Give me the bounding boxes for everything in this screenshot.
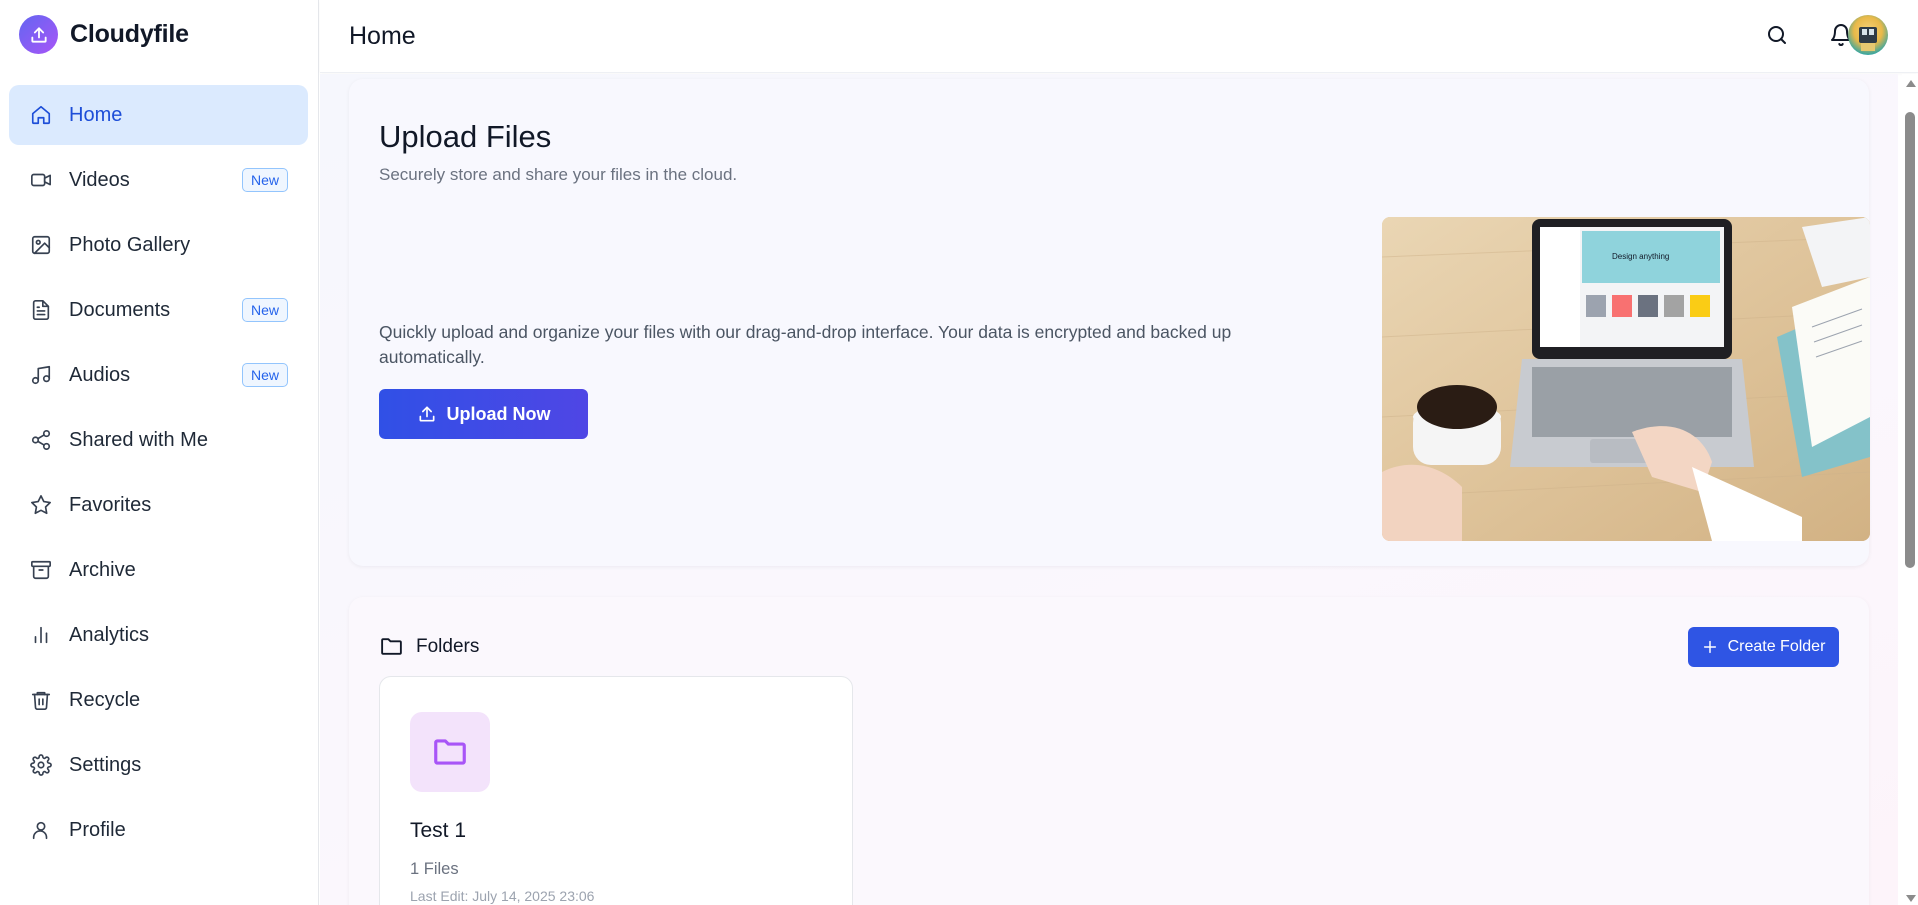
top-header: Home [320,0,1918,73]
brand[interactable]: Cloudyfile [19,15,189,54]
image-icon [29,233,53,257]
sidebar-item-label: Profile [69,818,126,841]
folder-file-count: 1 Files [410,860,459,878]
scroll-thumb[interactable] [1905,112,1915,568]
bar-chart-icon [29,623,53,647]
folder-last-edit: Last Edit: July 14, 2025 23:06 [410,888,595,904]
search-icon [1768,26,1786,44]
folder-card[interactable]: Test 1 1 Files Last Edit: July 14, 2025 … [379,676,853,905]
sidebar-item-favorites[interactable]: Favorites [9,475,308,535]
upload-icon [19,15,58,54]
page-title: Home [349,22,416,50]
folders-header: Folders [379,634,479,659]
folders-title: Folders [416,635,480,657]
upload-description: Quickly upload and organize your files w… [379,322,1232,367]
gear-icon [29,753,53,777]
document-icon [29,298,53,322]
sidebar-item-photo-gallery[interactable]: Photo Gallery [9,215,308,275]
folder-icon [381,638,402,655]
sidebar-item-label: Home [69,103,123,126]
hero-image: Design anything [1382,217,1870,541]
upload-subtitle: Securely store and share your files in t… [379,165,738,184]
star-icon [29,493,53,517]
sidebar-item-label: Shared with Me [69,428,208,451]
search-button[interactable] [1760,18,1794,52]
new-badge: New [241,363,288,387]
upload-now-label: Upload Now [446,403,551,424]
sidebar: Cloudyfile Home Videos New Photo Gallery [0,0,319,905]
sidebar-item-label: Settings [69,753,142,776]
sidebar-item-label: Photo Gallery [69,233,191,256]
folder-icon [410,712,490,792]
upload-icon [419,406,434,422]
sidebar-nav: Home Videos New Photo Gallery Documents … [9,85,308,865]
archive-icon [29,558,53,582]
sidebar-item-archive[interactable]: Archive [9,540,308,600]
sidebar-item-recycle[interactable]: Recycle [9,670,308,730]
create-folder-button[interactable]: Create Folder [1688,627,1839,667]
scroll-down-arrow[interactable] [1906,895,1916,902]
sidebar-item-label: Favorites [69,493,152,516]
brand-name: Cloudyfile [70,20,189,48]
plus-icon [1703,640,1716,654]
sidebar-item-settings[interactable]: Settings [9,735,308,795]
home-icon [29,103,53,127]
music-icon [29,363,53,387]
sidebar-item-home[interactable]: Home [9,85,308,145]
video-icon [29,168,53,192]
upload-card: Upload Files Securely store and share yo… [349,79,1870,566]
sidebar-item-profile[interactable]: Profile [9,800,308,860]
create-folder-label: Create Folder [1727,638,1826,655]
avatar[interactable] [1848,15,1888,55]
main-content: Upload Files Securely store and share yo… [320,74,1898,905]
upload-now-button[interactable]: Upload Now [379,389,588,439]
sidebar-item-label: Audios [69,363,131,386]
sidebar-item-label: Documents [69,298,171,321]
upload-title: Upload Files [379,119,552,154]
user-icon [29,818,53,842]
sidebar-item-shared-with-me[interactable]: Shared with Me [9,410,308,470]
new-badge: New [241,168,288,192]
sidebar-item-label: Archive [69,558,136,581]
sidebar-item-label: Analytics [69,623,150,646]
sidebar-item-documents[interactable]: Documents New [9,280,308,340]
screen-headline: Design anything [1612,252,1669,261]
sidebar-item-videos[interactable]: Videos New [9,150,308,210]
sidebar-item-analytics[interactable]: Analytics [9,605,308,665]
sidebar-item-label: Videos [69,168,130,191]
share-icon [29,428,53,452]
new-badge: New [241,298,288,322]
trash-icon [29,688,53,712]
folder-name: Test 1 [410,819,467,842]
folders-card: Folders Create Folder Test 1 1 Files Las… [349,597,1869,905]
scrollbar[interactable] [1902,74,1918,905]
sidebar-item-audios[interactable]: Audios New [9,345,308,405]
scroll-up-arrow[interactable] [1906,80,1916,87]
sidebar-item-label: Recycle [69,688,141,711]
